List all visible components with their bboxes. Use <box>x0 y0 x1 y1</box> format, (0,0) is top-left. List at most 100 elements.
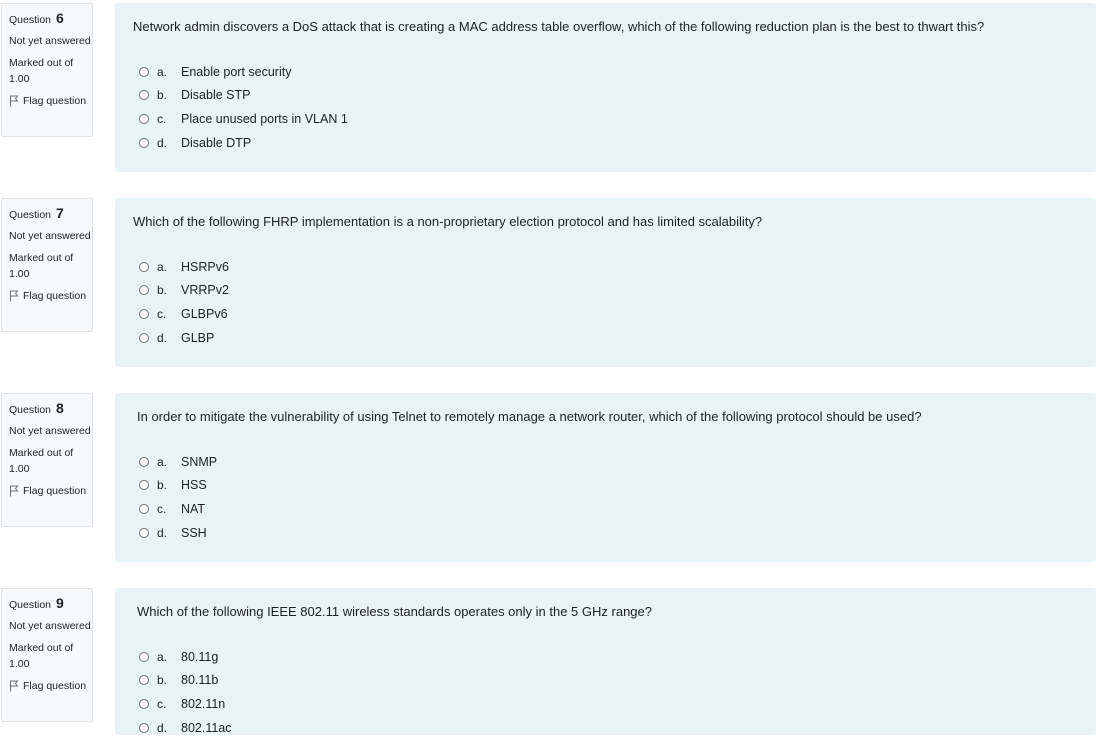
answer-option-c[interactable]: c. Place unused ports in VLAN 1 <box>139 107 348 131</box>
answer-text: Disable DTP <box>181 135 252 150</box>
question-label: Question <box>9 14 52 26</box>
answer-option-d[interactable]: d. SSH <box>139 521 217 545</box>
question-state: Not yet answered <box>9 230 91 242</box>
flag-question-button[interactable]: Flag question <box>9 93 92 109</box>
radio-unchecked-icon[interactable] <box>139 698 149 709</box>
question-number: 9 <box>55 595 64 611</box>
flag-question-label: Flag question <box>23 290 87 302</box>
question-number-line: Question 7 <box>9 205 92 223</box>
radio-unchecked-icon[interactable] <box>139 285 149 296</box>
answer-text: 802.11n <box>181 696 226 711</box>
radio-unchecked-icon[interactable] <box>139 480 149 491</box>
answer-text: NAT <box>181 501 206 516</box>
flag-question-button[interactable]: Flag question <box>9 678 92 694</box>
question-text: In order to mitigate the vulnerability o… <box>137 409 922 424</box>
answer-option-c[interactable]: c. 802.11n <box>139 692 232 716</box>
question-content: In order to mitigate the vulnerability o… <box>115 393 1096 562</box>
question-text: Which of the following IEEE 802.11 wirel… <box>137 604 652 619</box>
answer-text: 802.11ac <box>181 720 232 735</box>
answer-list: a. Enable port security b. Disable STP c. P… <box>139 60 348 154</box>
question-number-line: Question 6 <box>9 10 92 28</box>
answer-letter: c. <box>157 696 167 711</box>
radio-unchecked-icon[interactable] <box>139 308 149 319</box>
flag-icon <box>10 680 19 692</box>
answer-letter: b. <box>157 283 168 298</box>
question-content: Network admin discovers a DoS attack tha… <box>115 3 1096 172</box>
flag-question-button[interactable]: Flag question <box>9 288 92 304</box>
radio-unchecked-icon[interactable] <box>139 527 149 538</box>
question-number: 7 <box>55 205 64 221</box>
answer-option-b[interactable]: b. HSS <box>139 474 217 498</box>
radio-unchecked-icon[interactable] <box>139 675 149 686</box>
answer-option-a[interactable]: a. Enable port security <box>139 60 348 84</box>
answer-option-b[interactable]: b. 80.11b <box>139 669 232 693</box>
question-number: 8 <box>55 400 64 416</box>
answer-text: Disable STP <box>181 88 251 103</box>
answer-text: 80.11b <box>181 673 219 688</box>
answer-text: HSRPv6 <box>181 259 229 274</box>
question-state: Not yet answered <box>9 620 91 632</box>
answer-option-d[interactable]: d. GLBP <box>139 326 229 350</box>
flag-icon <box>10 95 19 107</box>
answer-list: a. 80.11g b. 80.11b c. 802.11n d. 802.11ac <box>139 645 232 739</box>
answer-letter: d. <box>157 720 168 735</box>
question-label: Question <box>9 209 52 221</box>
radio-unchecked-icon[interactable] <box>139 137 149 148</box>
question-info: Question 8 Not yet answered Marked out o… <box>1 393 93 527</box>
answer-option-a[interactable]: a. 80.11g <box>139 645 232 669</box>
question-number-line: Question 8 <box>9 400 92 418</box>
radio-unchecked-icon[interactable] <box>139 261 149 272</box>
answer-letter: c. <box>157 111 167 126</box>
flag-icon <box>10 485 19 497</box>
answer-list: a. SNMP b. HSS c. NAT d. SSH <box>139 450 217 544</box>
answer-option-d[interactable]: d. Disable DTP <box>139 131 348 155</box>
radio-unchecked-icon[interactable] <box>139 332 149 343</box>
radio-unchecked-icon[interactable] <box>139 456 149 467</box>
flag-icon <box>10 290 19 302</box>
answer-text: Place unused ports in VLAN 1 <box>181 111 348 126</box>
question-info: Question 7 Not yet answered Marked out o… <box>1 198 93 332</box>
answer-letter: b. <box>157 478 168 493</box>
answer-text: GLBP <box>181 330 215 345</box>
answer-text: SSH <box>181 525 207 540</box>
answer-letter: a. <box>157 649 168 664</box>
question-number-line: Question 9 <box>9 595 92 613</box>
question-state: Not yet answered <box>9 425 91 437</box>
flag-question-label: Flag question <box>23 680 87 692</box>
radio-unchecked-icon[interactable] <box>139 722 149 733</box>
question-info: Question 6 Not yet answered Marked out o… <box>1 3 93 137</box>
answer-option-d[interactable]: d. 802.11ac <box>139 716 232 739</box>
answer-text: Enable port security <box>181 64 292 79</box>
question-label: Question <box>9 599 52 611</box>
flag-question-button[interactable]: Flag question <box>9 483 92 499</box>
question-grade: Marked out of 1.00 <box>9 57 74 85</box>
radio-unchecked-icon[interactable] <box>139 651 149 662</box>
question-content: Which of the following FHRP implementati… <box>115 198 1096 367</box>
radio-unchecked-icon[interactable] <box>139 66 149 77</box>
answer-option-a[interactable]: a. SNMP <box>139 450 217 474</box>
answer-option-c[interactable]: c. GLBPv6 <box>139 302 229 326</box>
answer-text: HSS <box>181 478 207 493</box>
answer-text: 80.11g <box>181 649 219 664</box>
answer-option-a[interactable]: a. HSRPv6 <box>139 255 229 279</box>
answer-list: a. HSRPv6 b. VRRPv2 c. GLBPv6 d. GLBP <box>139 255 229 349</box>
answer-option-b[interactable]: b. Disable STP <box>139 84 348 108</box>
answer-letter: d. <box>157 330 168 345</box>
question-grade: Marked out of 1.00 <box>9 252 74 280</box>
answer-letter: a. <box>157 64 168 79</box>
answer-letter: b. <box>157 673 168 688</box>
question-grade: Marked out of 1.00 <box>9 642 74 670</box>
radio-unchecked-icon[interactable] <box>139 503 149 514</box>
radio-unchecked-icon[interactable] <box>139 90 149 101</box>
answer-letter: a. <box>157 454 168 469</box>
question-text: Network admin discovers a DoS attack tha… <box>133 19 985 34</box>
question-grade: Marked out of 1.00 <box>9 447 74 475</box>
radio-unchecked-icon[interactable] <box>139 113 149 124</box>
answer-letter: a. <box>157 259 168 274</box>
answer-letter: d. <box>157 135 168 150</box>
answer-option-b[interactable]: b. VRRPv2 <box>139 279 229 303</box>
answer-option-c[interactable]: c. NAT <box>139 497 217 521</box>
answer-text: SNMP <box>181 454 218 469</box>
flag-question-label: Flag question <box>23 95 87 107</box>
question-number: 6 <box>55 10 64 26</box>
